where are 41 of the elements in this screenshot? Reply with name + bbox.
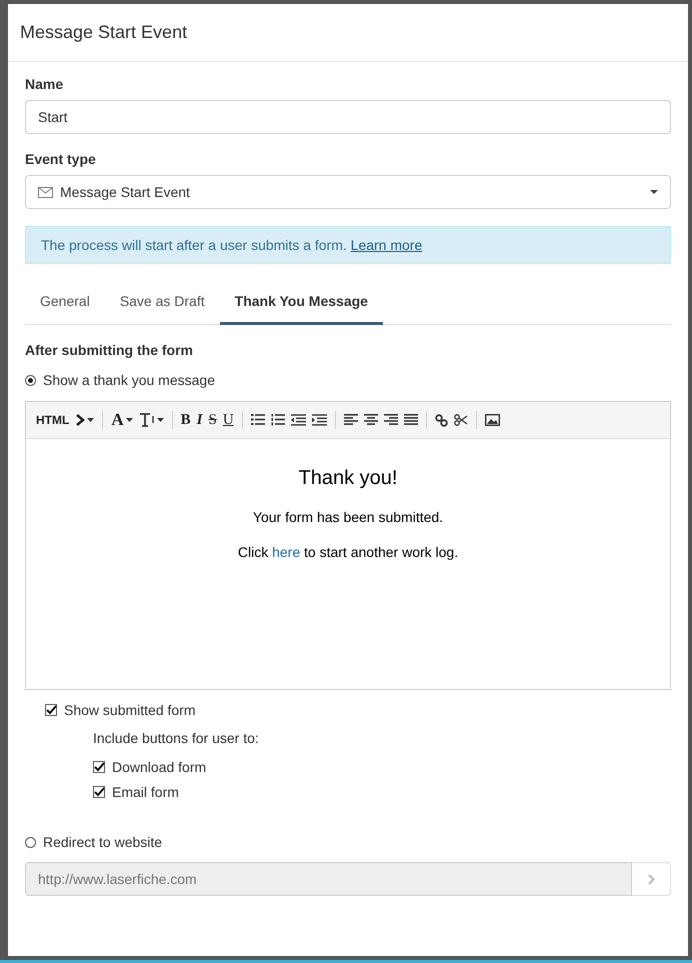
message-text: Click here to start another work log. <box>238 544 458 560</box>
include-label: Include buttons for user to: <box>93 730 260 746</box>
font-size-icon <box>138 413 155 427</box>
message-text: Your form has been submitted. <box>252 509 444 525</box>
tab[interactable]: Thank You Message <box>220 277 383 325</box>
radio-label: Show a thank you message <box>43 372 215 388</box>
strikethrough-button[interactable]: S <box>206 409 219 431</box>
font-color-button[interactable]: A <box>109 409 135 431</box>
caret-icon <box>126 418 133 422</box>
name-label: Name <box>25 76 64 92</box>
learn-more-link[interactable]: Learn more <box>350 237 422 253</box>
bold-button[interactable]: B <box>178 409 193 431</box>
rich-text-editor[interactable]: HTML A B I S U Thank you! Your form has been submitted. Click here to start another work log. <box>25 401 671 690</box>
info-text: The process will start after a user submits a form. Learn more <box>41 237 422 253</box>
event-type-select[interactable]: Message Start Event <box>25 175 671 209</box>
tab[interactable]: Save as Draft <box>104 277 220 325</box>
html-button[interactable]: HTML <box>34 409 72 431</box>
envelope-icon <box>38 186 53 198</box>
chevron-right-icon <box>648 874 654 884</box>
chevron-icon <box>75 414 86 426</box>
checkbox[interactable] <box>45 704 57 716</box>
here-link[interactable]: here <box>272 544 300 560</box>
radio-button[interactable] <box>25 836 36 848</box>
caret-icon <box>156 418 164 422</box>
italic-button[interactable]: I <box>194 409 204 431</box>
checkbox-label: Show submitted form <box>64 702 196 718</box>
checkbox-label: Download form <box>112 759 206 775</box>
message-heading: Thank you! <box>298 467 398 490</box>
radio-button[interactable] <box>25 374 36 386</box>
underline-button[interactable]: U <box>220 409 236 431</box>
checkbox-label: Email form <box>112 784 179 800</box>
tab[interactable]: General <box>25 277 105 325</box>
section-title: After submitting the form <box>25 342 194 358</box>
caret-icon <box>87 418 94 422</box>
caret-icon <box>650 190 658 194</box>
checkbox[interactable] <box>93 761 105 773</box>
event-type-label: Event type <box>25 151 97 167</box>
name-field[interactable]: Start <box>25 100 671 134</box>
dialog-title: Message Start Event <box>20 22 188 43</box>
radio-label: Redirect to website <box>43 834 162 850</box>
checkbox[interactable] <box>93 786 105 798</box>
